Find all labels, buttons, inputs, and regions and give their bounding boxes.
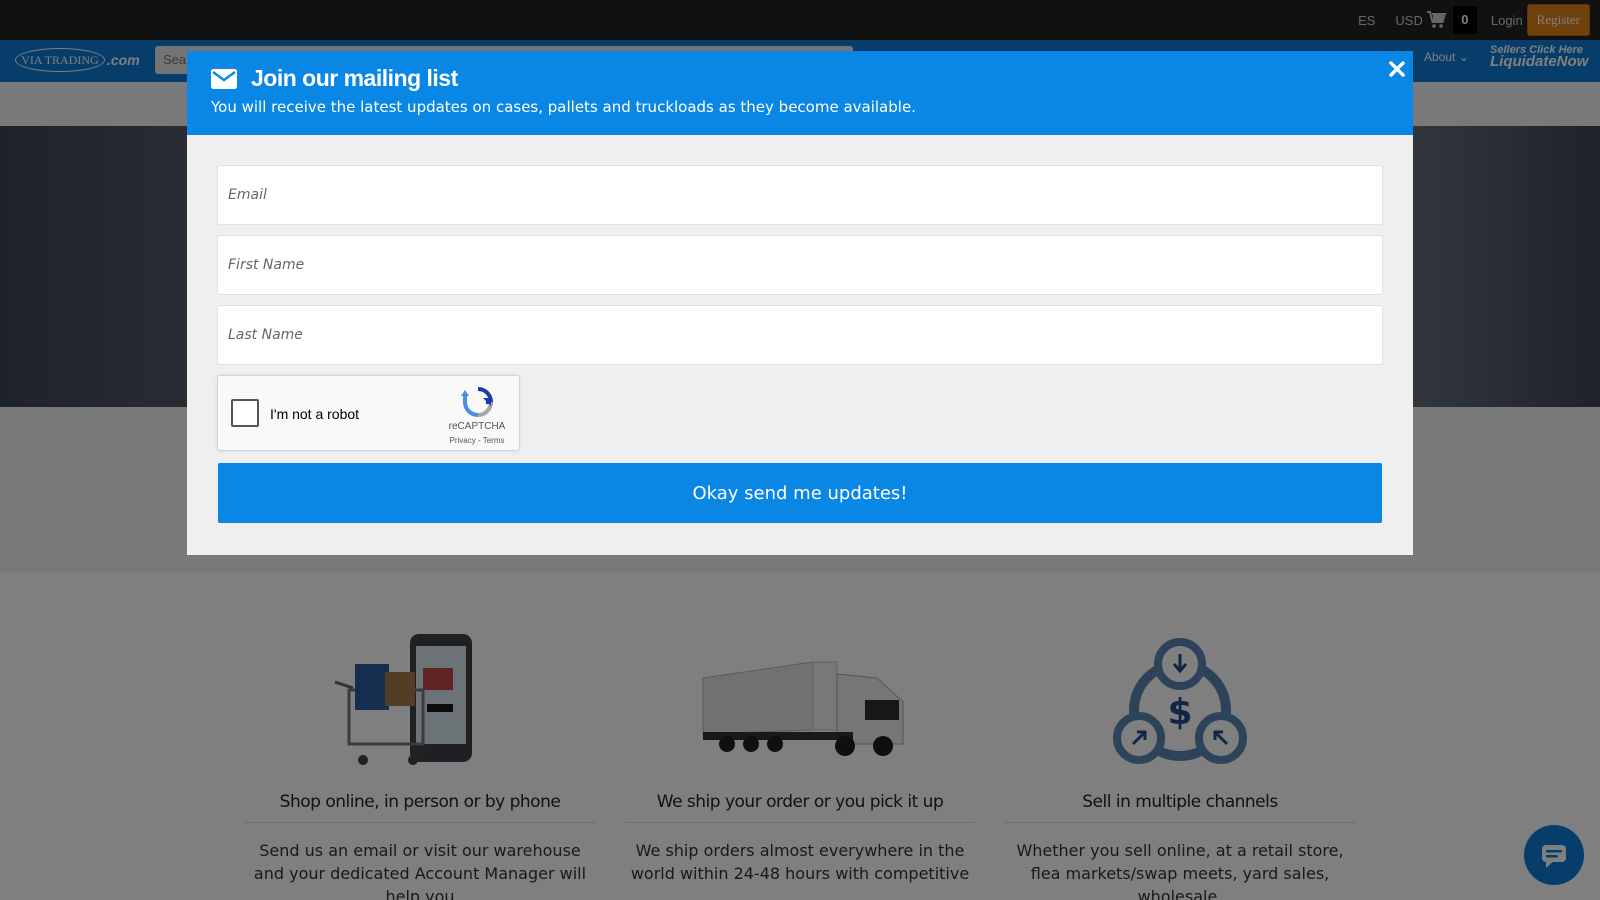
- modal-body: I'm not a robot reCAPTCHA Privacy - Term…: [187, 135, 1413, 523]
- email-field[interactable]: [217, 165, 1383, 225]
- modal-subtitle: You will receive the latest updates on c…: [211, 98, 916, 116]
- close-icon: [1389, 61, 1405, 77]
- modal-header: Join our mailing list You will receive t…: [187, 51, 1413, 135]
- last-name-field[interactable]: [217, 305, 1383, 365]
- recaptcha-logo-icon: [461, 386, 495, 418]
- mailing-list-modal: Join our mailing list You will receive t…: [187, 51, 1413, 555]
- envelope-icon: [211, 68, 237, 89]
- close-button[interactable]: [1387, 59, 1407, 79]
- recaptcha-label: I'm not a robot: [270, 406, 360, 422]
- recaptcha-checkbox[interactable]: [231, 399, 259, 427]
- modal-title-text: Join our mailing list: [251, 65, 458, 91]
- modal-title: Join our mailing list: [211, 65, 1389, 92]
- first-name-field[interactable]: [217, 235, 1383, 295]
- recaptcha-brand: reCAPTCHA: [448, 421, 506, 432]
- submit-button[interactable]: Okay send me updates!: [218, 463, 1382, 523]
- recaptcha-widget: I'm not a robot reCAPTCHA Privacy - Term…: [217, 375, 520, 451]
- recaptcha-privacy-terms[interactable]: Privacy - Terms: [442, 436, 512, 445]
